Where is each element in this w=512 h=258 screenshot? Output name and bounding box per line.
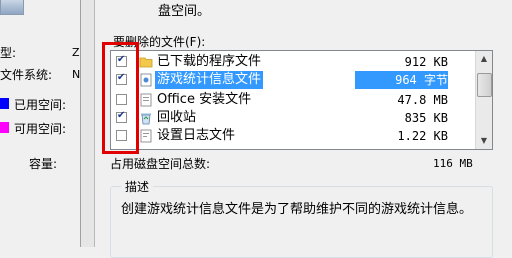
office-icon xyxy=(139,93,153,107)
type-value: Z xyxy=(72,46,80,59)
window-border xyxy=(81,0,95,247)
file-row-office-setup[interactable]: Office 安装文件 47.8 MB xyxy=(111,91,476,109)
total-space-value: 116 MB xyxy=(433,157,473,170)
description-group: 描述 创建游戏统计信息文件是为了帮助维护不同的游戏统计信息。 xyxy=(110,178,493,258)
disk-cleanup-dialog: 盘空间。 要删除的文件(F): 已下载的程序文件 912 KB 游戏统计信息文件… xyxy=(95,0,512,258)
used-space-label: 已用空间: xyxy=(14,98,67,112)
game-file-icon xyxy=(139,73,153,87)
drive-icon xyxy=(0,0,24,15)
type-label: 型: xyxy=(0,46,17,60)
log-file-icon xyxy=(139,129,153,143)
file-size: 912 KB xyxy=(404,55,448,69)
file-name: 设置日志文件 xyxy=(157,128,236,143)
scroll-thumb[interactable] xyxy=(477,73,492,97)
file-size: 1.22 KB xyxy=(397,129,448,143)
capacity-label: 容量: xyxy=(29,157,58,171)
folder-icon xyxy=(139,55,153,69)
scroll-up-arrow-icon[interactable]: ▲ xyxy=(476,51,492,67)
description-text: 创建游戏统计信息文件是为了帮助维护不同的游戏统计信息。 xyxy=(121,202,473,217)
file-size: 964 字节 xyxy=(355,71,448,89)
file-row-recycle-bin[interactable]: 回收站 835 KB xyxy=(111,109,476,127)
list-scrollbar[interactable]: ▲ ▼ xyxy=(475,51,492,149)
file-size: 835 KB xyxy=(404,111,448,125)
file-size: 47.8 MB xyxy=(397,93,448,107)
file-name: 游戏统计信息文件 xyxy=(155,71,264,89)
file-row-downloaded-programs[interactable]: 已下载的程序文件 912 KB xyxy=(111,53,476,71)
scroll-down-arrow-icon[interactable]: ▼ xyxy=(476,133,492,149)
used-space-swatch xyxy=(0,98,9,109)
file-name: 已下载的程序文件 xyxy=(157,54,262,69)
file-name: Office 安装文件 xyxy=(157,92,252,107)
recycle-bin-icon xyxy=(139,111,153,125)
files-listbox[interactable]: 已下载的程序文件 912 KB 游戏统计信息文件 964 字节 Office 安… xyxy=(110,50,493,150)
file-name: 回收站 xyxy=(157,110,197,125)
background-properties-window: 型: Z 文件系统: N 已用空间: 可用空间: 容量: xyxy=(0,0,80,247)
file-row-game-statistics[interactable]: 游戏统计信息文件 964 字节 xyxy=(111,71,476,89)
filesystem-value: N xyxy=(72,68,81,81)
intro-text: 盘空间。 xyxy=(158,4,211,19)
filesystem-label: 文件系统: xyxy=(0,68,53,82)
checkbox-highlight-annotation xyxy=(102,42,139,154)
free-space-label: 可用空间: xyxy=(14,122,67,136)
total-space-label: 占用磁盘空间总数: xyxy=(110,157,211,171)
free-space-swatch xyxy=(0,122,9,133)
file-row-setup-logs[interactable]: 设置日志文件 1.22 KB xyxy=(111,127,476,145)
description-title: 描述 xyxy=(121,178,154,195)
